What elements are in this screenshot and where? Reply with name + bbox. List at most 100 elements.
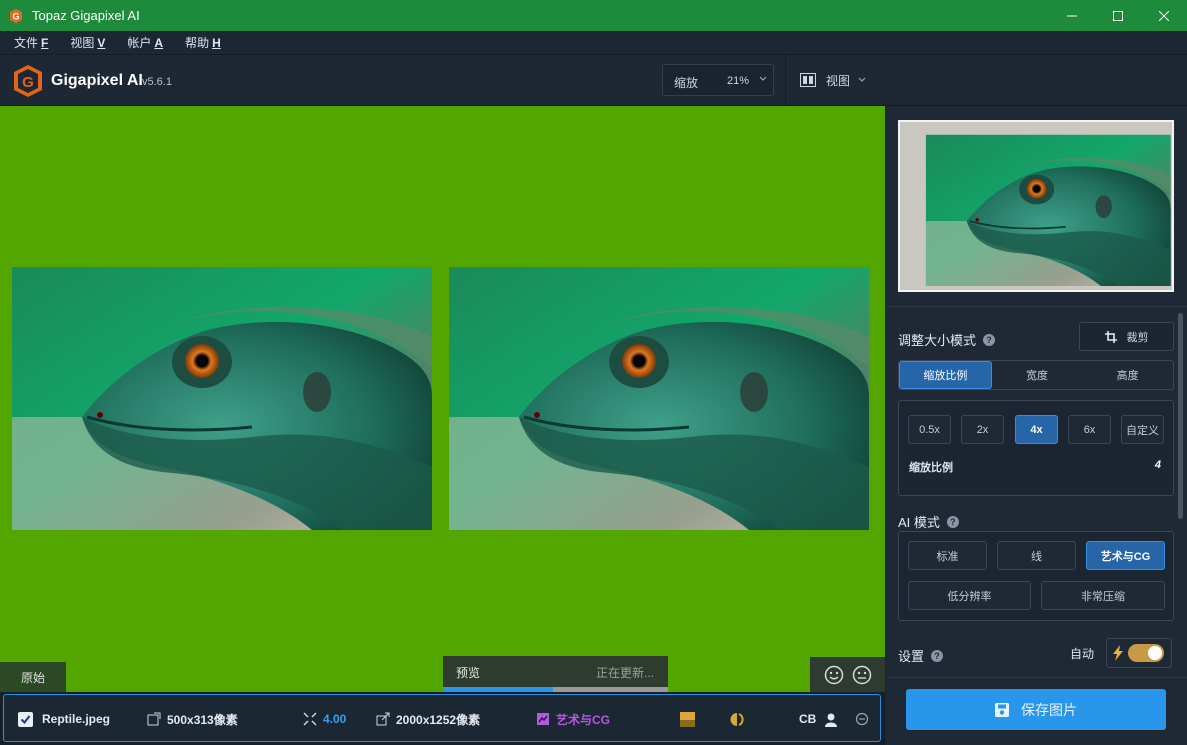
close-button[interactable] [1141, 0, 1187, 31]
panel-scrollbar[interactable] [1178, 313, 1183, 519]
ai-mode-lines[interactable]: 线 [997, 541, 1076, 570]
scale-options-box: 0.5x 2x 4x 6x 自定义 缩放比例 4 [898, 400, 1174, 496]
navigator-thumbnail[interactable] [898, 120, 1174, 292]
scale-6x[interactable]: 6x [1068, 415, 1111, 444]
crop-icon [1104, 330, 1117, 343]
scale-readout-value: 4 [1154, 459, 1161, 471]
switch-knob [1148, 646, 1162, 660]
noise-reduction-icon [680, 711, 695, 727]
help-icon[interactable]: ? [931, 649, 944, 662]
art-image-icon [537, 713, 549, 725]
scale-readout-label: 缩放比例 [909, 462, 953, 474]
svg-text:G: G [22, 74, 34, 91]
scale-2x[interactable]: 2x [961, 415, 1004, 444]
blur-reduction-icon [730, 712, 744, 726]
tab-scale[interactable]: 缩放比例 [899, 361, 992, 389]
tab-width[interactable]: 宽度 [992, 361, 1083, 389]
zoom-dropdown[interactable]: 缩放 21% [662, 64, 774, 96]
input-size: 500x313像素 [147, 695, 238, 743]
ai-mode-very-compressed[interactable]: 非常压缩 [1041, 581, 1165, 610]
feedback-area [810, 657, 885, 692]
export-icon [376, 712, 390, 726]
title-bar: G Topaz Gigapixel AI [0, 0, 1187, 31]
auto-toggle[interactable] [1106, 638, 1172, 668]
save-area: 保存图片 [886, 677, 1187, 745]
expand-arrows-icon [303, 712, 317, 726]
minimize-button[interactable] [1049, 0, 1095, 31]
view-label: 视图 [826, 73, 851, 88]
face-recovery-icon [825, 713, 837, 727]
chevron-down-icon [759, 76, 767, 81]
settings-panel: 调整大小模式 ? 裁剪 缩放比例 宽度 高度 0.5x 2x 4x 6x 自定义… [886, 106, 1187, 677]
app-header: G Gigapixel AI v5.6.1 缩放 21% 视图 [0, 55, 885, 106]
scale-custom[interactable]: 自定义 [1121, 415, 1164, 444]
preview-canvas[interactable]: 原始 预览 正在更新... [0, 106, 885, 692]
preview-image[interactable] [449, 267, 869, 530]
menu-view[interactable]: 视图 V [62, 34, 113, 51]
resize-mode-title: 调整大小模式 ? [898, 330, 996, 349]
lizard-thumbnail-image [900, 122, 1172, 290]
scale-0-5x[interactable]: 0.5x [908, 415, 951, 444]
file-row[interactable]: Reptile.jpeg 500x313像素 4.00 2000x1252像素 … [3, 694, 881, 742]
cb-label: CB [799, 712, 817, 726]
smiley-icon[interactable] [824, 665, 844, 685]
scale-4x[interactable]: 4x [1015, 415, 1058, 444]
save-disk-icon [995, 702, 1009, 717]
ai-mode-art-cg[interactable]: 艺术与CG [1086, 541, 1165, 570]
ai-mode-box: 标准 线 艺术与CG 低分辨率 非常压缩 [898, 531, 1174, 621]
output-size: 2000x1252像素 [376, 695, 480, 743]
resize-icon [147, 712, 161, 726]
lizard-preview-image [449, 267, 869, 530]
crop-button[interactable]: 裁剪 [1079, 322, 1174, 351]
menu-help[interactable]: 帮助 H [177, 34, 229, 51]
close-icon [1159, 10, 1169, 21]
menu-account[interactable]: 帐户 A [119, 34, 171, 51]
header-divider [785, 55, 786, 106]
help-icon[interactable]: ? [983, 333, 996, 346]
help-icon[interactable]: ? [946, 515, 959, 528]
preview-status: 正在更新... [595, 666, 654, 680]
panel-divider [886, 306, 1187, 307]
zoom-value: 21% [727, 75, 750, 87]
scale-factor: 4.00 [303, 695, 346, 743]
save-image-button[interactable]: 保存图片 [906, 689, 1166, 730]
zoom-label: 缩放 [674, 76, 699, 90]
right-panel-header [886, 55, 1187, 106]
sharpen-icon-wrap[interactable] [730, 695, 745, 743]
svg-text:G: G [12, 11, 19, 21]
app-logo-icon: G [10, 8, 22, 23]
view-dropdown[interactable]: 视图 [800, 69, 866, 91]
neutral-face-icon[interactable] [852, 665, 872, 685]
check-icon [20, 714, 31, 724]
settings-title: 设置 ? [898, 646, 944, 665]
lightning-icon [1113, 645, 1123, 661]
window-title: Topaz Gigapixel AI [32, 8, 140, 23]
file-bar: Reptile.jpeg 500x313像素 4.00 2000x1252像素 … [0, 692, 885, 745]
remove-file-wrap[interactable] [855, 695, 869, 743]
remove-icon [855, 712, 869, 726]
ai-mode-low-res[interactable]: 低分辨率 [908, 581, 1031, 610]
preview-label: 预览 [456, 666, 481, 680]
ai-mode-title: AI 模式 ? [898, 512, 959, 531]
resize-mode-tabs: 缩放比例 宽度 高度 [898, 360, 1174, 390]
auto-switch[interactable] [1128, 644, 1164, 662]
menu-file[interactable]: 文件 F [6, 34, 56, 51]
menu-bar: 文件 F 视图 V 帐户 A 帮助 H [0, 31, 1187, 55]
minimize-icon [1067, 15, 1077, 16]
ai-mode-standard[interactable]: 标准 [908, 541, 987, 570]
lizard-original-image [12, 267, 432, 530]
split-view-icon [800, 73, 816, 87]
gigapixel-logo-icon: G [14, 65, 42, 97]
original-image[interactable] [12, 267, 432, 530]
file-checkbox[interactable] [18, 695, 33, 743]
chevron-down-icon [858, 77, 866, 82]
tab-height[interactable]: 高度 [1082, 361, 1173, 389]
preview-status-bar: 预览 正在更新... [443, 656, 668, 692]
face-recovery-wrap[interactable] [824, 695, 839, 743]
noise-icon-wrap[interactable] [680, 695, 695, 743]
original-tag: 原始 [0, 662, 66, 692]
maximize-button[interactable] [1095, 0, 1141, 31]
brand-name: Gigapixel AI [51, 72, 143, 89]
file-name: Reptile.jpeg [42, 712, 111, 726]
auto-label: 自动 [1070, 647, 1095, 661]
